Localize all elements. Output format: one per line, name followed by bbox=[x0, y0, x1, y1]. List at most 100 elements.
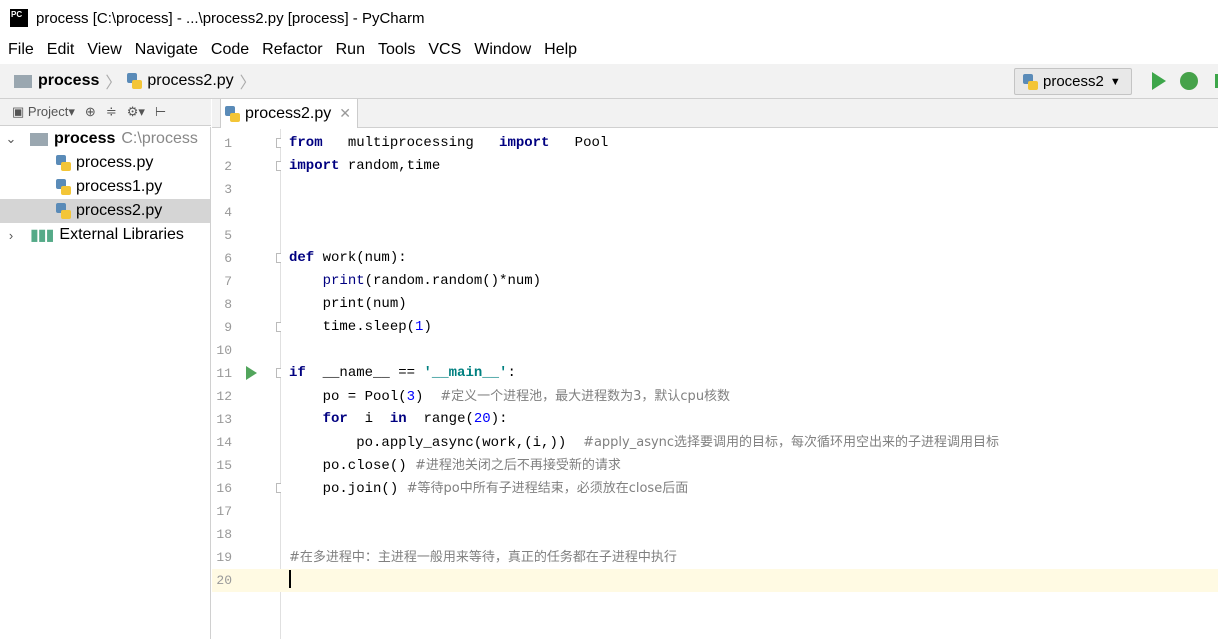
python-file-icon bbox=[56, 155, 71, 171]
code-token: Pool bbox=[549, 135, 609, 151]
code-line[interactable]: time.sleep(1) bbox=[281, 316, 1218, 339]
menu-file[interactable]: File bbox=[8, 41, 34, 59]
code-token: #进程池关闭之后不再接受新的请求 bbox=[415, 458, 621, 473]
folder-icon bbox=[14, 74, 32, 88]
project-view-select[interactable]: ▣ Project▾ bbox=[12, 104, 75, 120]
menu-edit[interactable]: Edit bbox=[47, 41, 75, 59]
code-line[interactable]: po.apply_async(work,(i,)) #apply_async选择… bbox=[281, 431, 1218, 454]
code-line[interactable]: def work(num): bbox=[281, 247, 1218, 270]
line-number: 18 bbox=[216, 527, 232, 542]
tab-process2[interactable]: process2.py ✕ bbox=[220, 99, 358, 128]
tree-item-file[interactable]: process1.py bbox=[0, 175, 210, 199]
line-number: 2 bbox=[224, 159, 232, 174]
code-token: for bbox=[322, 411, 348, 427]
run-gutter-icon[interactable] bbox=[246, 366, 257, 380]
run-icon[interactable] bbox=[1152, 72, 1166, 90]
code-token: '__main__' bbox=[423, 365, 508, 381]
code-line[interactable] bbox=[281, 224, 1218, 247]
chevron-right-icon[interactable]: › bbox=[0, 228, 22, 243]
code-token: __name__ == bbox=[305, 365, 424, 381]
hide-panel-icon[interactable]: ⊢ bbox=[155, 104, 166, 120]
code-token: range( bbox=[406, 411, 474, 427]
code-line[interactable] bbox=[281, 500, 1218, 523]
code-token: def bbox=[289, 250, 315, 266]
code-token: random,time bbox=[339, 158, 441, 174]
code-line[interactable]: po.close() #进程池关闭之后不再接受新的请求 bbox=[281, 454, 1218, 477]
project-toolbar: ▣ Project▾ ⊕ ≑ ⚙▾ ⊢ bbox=[0, 99, 211, 126]
code-token: from bbox=[289, 135, 323, 151]
code-line[interactable] bbox=[281, 201, 1218, 224]
python-file-icon bbox=[56, 179, 71, 195]
code-line[interactable]: print(num) bbox=[281, 293, 1218, 316]
tree-item-file-selected[interactable]: process2.py bbox=[0, 199, 210, 223]
root-label: process bbox=[54, 130, 116, 147]
code-token: po.close() bbox=[289, 458, 416, 474]
code-line[interactable] bbox=[281, 523, 1218, 546]
code-token: import bbox=[499, 135, 550, 151]
close-icon[interactable]: ✕ bbox=[339, 105, 351, 122]
code-line[interactable]: po = Pool(3) #定义一个进程池，最大进程数为3，默认cpu核数 bbox=[281, 385, 1218, 408]
file-label: process1.py bbox=[76, 178, 163, 195]
run-configuration-select[interactable]: process2 ▼ bbox=[1014, 68, 1132, 95]
code-line[interactable] bbox=[281, 569, 1218, 592]
external-libraries-label: External Libraries bbox=[59, 226, 184, 243]
locate-icon[interactable]: ⊕ bbox=[85, 104, 96, 120]
code-token: 3 bbox=[406, 389, 416, 405]
code-line[interactable]: import random,time bbox=[281, 155, 1218, 178]
line-number: 15 bbox=[216, 458, 232, 473]
line-number: 14 bbox=[216, 435, 232, 450]
menu-code[interactable]: Code bbox=[211, 41, 249, 59]
code-token: : bbox=[507, 365, 516, 381]
code-token: ) bbox=[423, 319, 432, 335]
code-line[interactable]: #在多进程中：主进程一般用来等待，真正的任务都在子进程中执行 bbox=[281, 546, 1218, 569]
code-token: 20 bbox=[473, 411, 491, 427]
title-bar: PC process [C:\process] - ...\process2.p… bbox=[0, 0, 1218, 36]
menu-run[interactable]: Run bbox=[336, 41, 365, 59]
line-gutter: 1 2 3 4 5 6 7 8 9 10 11 12 13 14 15 16 17 18 19 20 bbox=[212, 129, 286, 639]
tree-item-file[interactable]: process.py bbox=[0, 151, 210, 175]
line-number: 20 bbox=[216, 573, 232, 588]
code-token: print bbox=[322, 273, 365, 289]
menu-vcs[interactable]: VCS bbox=[428, 41, 461, 59]
debug-icon[interactable] bbox=[1180, 72, 1198, 90]
code-token: print(num) bbox=[289, 296, 407, 312]
code-line[interactable]: print(random.random()*num) bbox=[281, 270, 1218, 293]
gear-icon[interactable]: ⚙▾ bbox=[127, 104, 145, 120]
code-line[interactable] bbox=[281, 178, 1218, 201]
tree-item-external-libraries[interactable]: › ▮▮▮ External Libraries bbox=[0, 223, 210, 247]
menu-bar: File Edit View Navigate Code Refactor Run Tools… bbox=[0, 36, 1218, 64]
library-icon: ▮▮▮ bbox=[30, 227, 54, 244]
chevron-right-icon: 〉 bbox=[239, 75, 256, 92]
collapse-all-icon[interactable]: ≑ bbox=[106, 104, 117, 120]
menu-navigate[interactable]: Navigate bbox=[135, 41, 198, 59]
breadcrumb-file[interactable]: process2.py bbox=[147, 72, 233, 90]
code-line[interactable]: for i in range(20): bbox=[281, 408, 1218, 431]
code-token: po.apply_async(work,(i,)) bbox=[289, 435, 584, 451]
code-token: if bbox=[289, 365, 306, 381]
code-line[interactable]: if __name__ == '__main__': bbox=[281, 362, 1218, 385]
editor-tabs: process2.py ✕ bbox=[212, 99, 1218, 128]
line-number: 19 bbox=[216, 550, 232, 565]
code-token: multiprocessing bbox=[322, 135, 500, 151]
code-line[interactable]: po.join() #等待po中所有子进程结束，必须放在close后面 bbox=[281, 477, 1218, 500]
chevron-down-icon[interactable]: ⌄ bbox=[0, 131, 22, 147]
code-editor[interactable]: from multiprocessing import Pool import r… bbox=[281, 129, 1218, 639]
tab-label: process2.py bbox=[245, 104, 332, 122]
folder-icon bbox=[30, 132, 48, 146]
menu-help[interactable]: Help bbox=[544, 41, 577, 59]
tree-item-root[interactable]: ⌄ process C:\process bbox=[0, 127, 210, 151]
chevron-right-icon: 〉 bbox=[105, 75, 122, 92]
code-line[interactable] bbox=[281, 339, 1218, 362]
line-number: 12 bbox=[216, 389, 232, 404]
breadcrumb-project[interactable]: process bbox=[38, 72, 99, 90]
code-token: #在多进程中：主进程一般用来等待，真正的任务都在子进程中执行 bbox=[289, 550, 677, 565]
menu-view[interactable]: View bbox=[87, 41, 121, 59]
line-number: 11 bbox=[216, 366, 232, 381]
menu-window[interactable]: Window bbox=[474, 41, 531, 59]
code-line[interactable]: from multiprocessing import Pool bbox=[281, 132, 1218, 155]
menu-refactor[interactable]: Refactor bbox=[262, 41, 322, 59]
menu-tools[interactable]: Tools bbox=[378, 41, 415, 59]
code-token: work(num): bbox=[314, 250, 407, 266]
project-tree: ⌄ process C:\process process.py process1… bbox=[0, 127, 211, 639]
